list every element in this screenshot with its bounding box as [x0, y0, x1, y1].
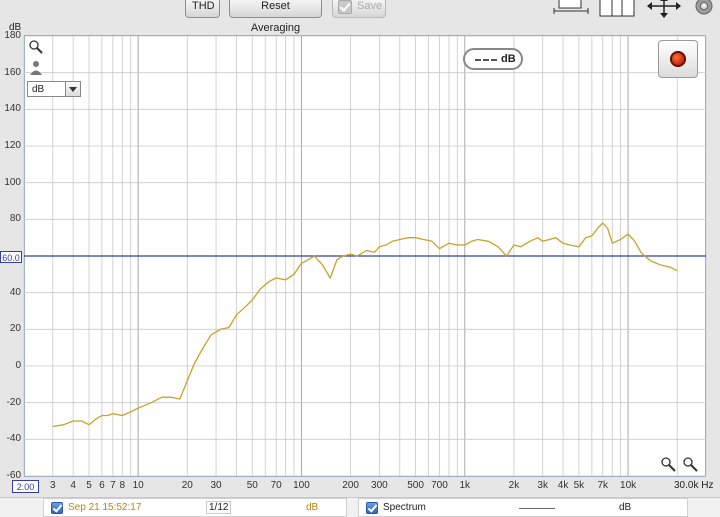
record-button[interactable] [658, 40, 698, 78]
x-tick-label: 7 [110, 480, 116, 491]
y-tick-label: 180 [4, 30, 21, 41]
reference-level-field[interactable]: 60.0 [0, 251, 22, 263]
x-tick-label: 8 [119, 480, 126, 491]
y-tick-label: 120 [4, 140, 21, 151]
x-tick-label: 3 [49, 480, 56, 491]
solid-line-icon [519, 508, 555, 509]
x-tick-label: 30 [210, 480, 222, 491]
x-min-field[interactable]: 2.00 [12, 480, 39, 493]
y-tick-label: 160 [4, 66, 21, 78]
x-tick-label: 4 [70, 480, 76, 491]
x-tick-label: 4k [557, 480, 569, 491]
zoom-out-icon[interactable] [660, 456, 678, 472]
zoom-icon[interactable] [28, 39, 44, 55]
y-tick-label: 140 [4, 103, 21, 115]
x-tick-label: 20 [181, 480, 193, 491]
x-tick-label: 1k [459, 480, 471, 491]
smoothing-field[interactable]: 1/12 [206, 501, 232, 514]
unit-select[interactable]: dB [27, 81, 81, 97]
y-tick-label: 0 [15, 360, 21, 371]
trace2-checkbox[interactable] [366, 502, 378, 514]
dashed-line-icon [475, 59, 497, 61]
frequency-response-chart [23, 35, 707, 477]
unit-select-value: dB [32, 84, 45, 95]
y-tick-label: 80 [9, 213, 21, 225]
x-tick-label: 5k [573, 480, 585, 491]
trace2-unit: dB [619, 502, 632, 513]
trace2-label: Spectrum [383, 502, 426, 513]
y-tick-label: 20 [9, 323, 21, 335]
zoom-in-icon[interactable] [682, 456, 700, 472]
x-tick-label: 100 [293, 480, 310, 491]
record-icon [670, 51, 686, 67]
trace-row-measurement[interactable]: Sep 21 15:52:17 1/12 dB [43, 498, 347, 517]
x-tick-label: 200 [342, 480, 359, 491]
x-tick-label: 500 [407, 480, 424, 491]
y-tick-label: -20 [6, 396, 21, 408]
x-tick-label: 2k [508, 480, 520, 491]
trace1-unit: dB [306, 502, 319, 513]
series-line-1 [52, 222, 678, 428]
trace-legend-pill[interactable]: dB [463, 48, 523, 70]
trace-row-spectrum[interactable]: Spectrum dB [358, 498, 688, 517]
x-tick-label: 300 [371, 480, 388, 491]
x-tick-label: 50 [246, 480, 258, 491]
y-tick-label: -40 [6, 433, 21, 445]
y-tick-label: 40 [9, 286, 21, 298]
x-tick-label: 700 [431, 480, 448, 491]
trace1-label: Sep 21 15:52:17 [68, 502, 142, 513]
trace-list: Sep 21 15:52:17 1/12 dB Spectrum dB [0, 497, 720, 517]
x-tick-label: 10k [620, 480, 637, 491]
trace1-checkbox[interactable] [51, 502, 63, 514]
x-tick-label: 70 [270, 480, 282, 491]
x-axis-max-label: 30.0k Hz [674, 480, 714, 491]
x-tick-label: 6 [99, 480, 105, 491]
x-tick-label: 10 [132, 480, 144, 491]
x-tick-label: 5 [86, 480, 92, 491]
x-tick-label: 7k [597, 480, 609, 491]
y-tick-label: 100 [4, 176, 21, 188]
chevron-down-icon[interactable] [65, 82, 80, 96]
legend-label: dB [501, 53, 516, 65]
person-icon[interactable] [28, 60, 44, 76]
x-tick-label: 3k [537, 480, 548, 491]
